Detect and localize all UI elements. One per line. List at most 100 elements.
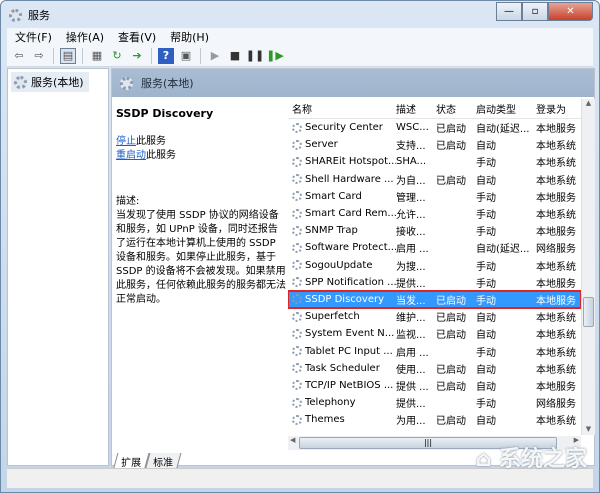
service-name: SHAREit Hotspot... (305, 156, 396, 168)
column-name[interactable]: 名称 (288, 101, 396, 116)
service-row[interactable]: Shell Hardware ... 为自... 已启动 自动 本地系统 (288, 171, 581, 188)
service-row[interactable]: TCP/IP NetBIOS ... 提供 ... 已启动 自动 本地服务 (288, 377, 581, 394)
stop-icon[interactable]: ■ (227, 48, 243, 64)
tree-item-services-local[interactable]: 服务(本地) (11, 72, 89, 92)
vertical-scroll-thumb[interactable] (583, 297, 594, 327)
service-cell: 监视... (396, 330, 426, 342)
restart-service-link[interactable]: 重启动 (116, 150, 146, 161)
back-arrow-icon[interactable]: ⇦ (11, 48, 27, 64)
service-gear-icon (292, 380, 302, 391)
service-gear-icon (292, 139, 302, 150)
service-row[interactable]: Software Protect... 启用 ... 自动(延迟... 网络服务 (288, 239, 581, 256)
maximize-button[interactable]: ▫ (522, 2, 548, 21)
service-name: Server (305, 139, 338, 151)
action-pane-icon[interactable]: ▣ (178, 48, 194, 64)
service-row[interactable]: SHAREit Hotspot... SHA... 手动 本地系统 (288, 153, 581, 170)
stop-suffix: 此服务 (136, 136, 166, 147)
service-row[interactable]: Security Center WSC... 已启动 自动(延迟... 本地服务 (288, 119, 581, 136)
service-row[interactable]: Smart Card 管理... 手动 本地服务 (288, 188, 581, 205)
service-cell: 支持... (396, 141, 426, 153)
service-cell: 自动(延迟... (476, 124, 530, 136)
service-cell: 网络服务 (536, 244, 576, 256)
service-row[interactable]: Telephony 提供... 手动 网络服务 (288, 394, 581, 411)
export-icon[interactable]: ➔ (129, 48, 145, 64)
close-button[interactable]: ✕ (548, 2, 593, 21)
menu-view[interactable]: 查看(V) (118, 29, 156, 45)
service-cell: 已启动 (436, 330, 466, 342)
service-gear-icon (292, 191, 302, 202)
service-row[interactable]: SPP Notification ... 提供... 手动 本地服务 (288, 274, 581, 291)
service-cell: 已启动 (436, 175, 466, 187)
service-gear-icon (292, 397, 302, 408)
service-cell: 自动 (476, 175, 496, 187)
service-cell: 本地系统 (536, 261, 576, 273)
service-row[interactable]: System Event N... 监视... 已启动 自动 本地系统 (288, 325, 581, 342)
help-icon[interactable]: ? (158, 47, 174, 64)
service-cell: 手动 (476, 227, 496, 239)
service-cell: 为自... (396, 175, 426, 187)
menu-help[interactable]: 帮助(H) (170, 29, 209, 45)
service-row[interactable]: Superfetch 维护... 已启动 自动 本地系统 (288, 308, 581, 325)
service-name: SogouUpdate (305, 259, 373, 271)
service-gear-icon (292, 208, 302, 219)
column-log-on-as[interactable]: 登录为 (536, 101, 581, 116)
service-name: SSDP Discovery (116, 107, 214, 120)
service-name: Superfetch (305, 311, 360, 323)
console-tree-icon[interactable]: ▤ (60, 47, 76, 64)
start-icon[interactable]: ▶ (207, 48, 223, 64)
minimize-button[interactable]: — (496, 2, 522, 21)
panel-header: 服务(本地) (112, 69, 594, 97)
service-cell: 本地系统 (536, 210, 576, 222)
restart-icon[interactable]: ❚▶ (266, 48, 284, 64)
service-cell: 已启动 (436, 416, 466, 428)
stop-service-link[interactable]: 停止 (116, 136, 136, 147)
pause-icon[interactable]: ❚❚ (246, 48, 264, 64)
service-cell: 本地系统 (536, 313, 576, 325)
service-row[interactable]: Themes 为用... 已启动 自动 本地系统 (288, 411, 581, 428)
service-cell: 已启动 (436, 381, 466, 393)
service-name: Smart Card (305, 190, 362, 202)
service-gear-icon (292, 174, 302, 185)
vertical-scrollbar[interactable]: ▲ ▼ (581, 99, 595, 435)
window-title: 服务 (28, 9, 50, 22)
service-cell: 手动 (476, 261, 496, 273)
description-label: 描述: (116, 196, 140, 207)
service-cell: 自动 (476, 416, 496, 428)
menu-action[interactable]: 操作(A) (66, 29, 104, 45)
service-detail: SSDP Discovery 停止此服务 重启动此服务 描述: 当发现了使用 S… (116, 107, 286, 307)
watermark-logo: ⌂ 系统之家 (475, 447, 587, 472)
properties-icon[interactable]: ▦ (89, 48, 105, 64)
service-cell: 本地系统 (536, 364, 576, 376)
service-cell: 本地服务 (536, 295, 576, 307)
service-cell: 管理... (396, 192, 426, 204)
service-name: Tablet PC Input ... (305, 345, 393, 357)
service-row[interactable]: SogouUpdate 为搜... 手动 本地系统 (288, 257, 581, 274)
service-cell: 提供... (396, 278, 426, 290)
column-status[interactable]: 状态 (436, 101, 476, 116)
service-row[interactable]: SNMP Trap 接收... 手动 本地服务 (288, 222, 581, 239)
service-cell: 本地系统 (536, 158, 576, 170)
service-row[interactable]: Tablet PC Input ... 启用 ... 手动 本地系统 (288, 342, 581, 359)
service-cell: 为用... (396, 416, 426, 428)
list-header: 名称 描述 状态 启动类型 登录为 (288, 99, 581, 119)
service-row[interactable]: Server 支持... 已启动 自动 本地系统 (288, 136, 581, 153)
service-cell: SHA... (396, 156, 427, 168)
service-cell: 启用 ... (396, 244, 429, 256)
service-row[interactable]: SSDP Discovery 当发... 已启动 手动 本地服务 (288, 289, 581, 310)
service-gear-icon (292, 414, 302, 425)
description-text: 当发现了使用 SSDP 协议的网络设备和服务，如 UPnP 设备，同时还报告了运… (116, 210, 286, 305)
column-startup-type[interactable]: 启动类型 (476, 101, 536, 116)
refresh-icon[interactable]: ↻ (109, 48, 125, 64)
service-row[interactable]: Smart Card Rem... 允许... 手动 本地系统 (288, 205, 581, 222)
service-cell: 已启动 (436, 141, 466, 153)
title-bar: 服务 (9, 6, 50, 24)
service-cell: 使用... (396, 364, 426, 376)
service-cell: 本地系统 (536, 347, 576, 359)
service-row[interactable]: Task Scheduler 使用... 已启动 自动 本地系统 (288, 360, 581, 377)
menu-file[interactable]: 文件(F) (15, 29, 52, 45)
service-gear-icon (292, 225, 302, 236)
service-cell: 允许... (396, 210, 426, 222)
service-cell: 自动(延迟... (476, 244, 530, 256)
column-description[interactable]: 描述 (396, 101, 436, 116)
forward-arrow-icon[interactable]: ⇨ (31, 48, 47, 64)
